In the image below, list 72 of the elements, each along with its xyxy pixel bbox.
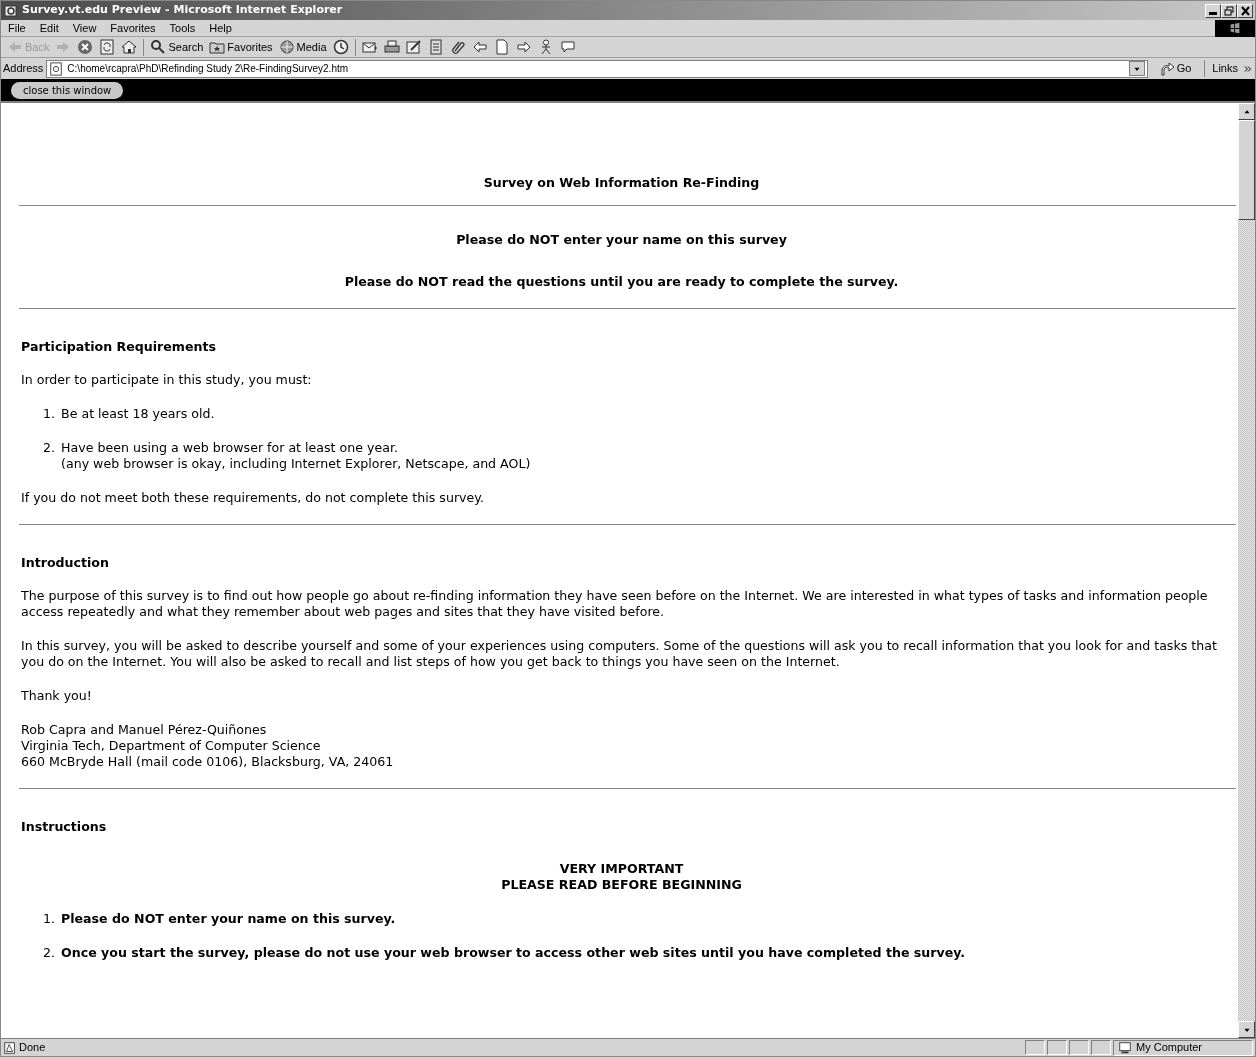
envelope-button[interactable]: [359, 39, 380, 55]
browser-logo-icon: [3, 2, 19, 19]
list-item-text: Be at least 18 years old.: [61, 406, 215, 422]
speech-bubble-icon: [559, 39, 576, 55]
printer-button[interactable]: [381, 39, 402, 55]
home-icon: [121, 39, 138, 55]
toolbar-button[interactable]: Media: [276, 38, 329, 56]
menu-item[interactable]: Tools: [162, 19, 203, 37]
list-number: 1.: [43, 911, 56, 927]
minimize-icon: [1209, 12, 1217, 15]
close-button[interactable]: [1237, 3, 1253, 18]
paragraph: In order to participate in this study, you must:: [21, 372, 313, 388]
stop-icon: [77, 39, 94, 55]
printer-icon: [383, 39, 400, 55]
left-arrow-icon: [471, 39, 488, 55]
page-status-icon: [3, 1040, 17, 1055]
restore-icon: [1222, 3, 1236, 18]
address-label: Address: [3, 61, 44, 77]
toolbar-button[interactable]: Favorites: [207, 38, 275, 56]
paperclip-icon: [449, 39, 466, 55]
refresh-icon: [99, 39, 116, 55]
restore-button[interactable]: [1221, 3, 1237, 18]
back-arrow-icon: [7, 39, 23, 55]
window-title: Survey.vt.edu Preview - Microsoft Internet Explorer: [22, 2, 343, 19]
scroll-up-button[interactable]: [1238, 103, 1255, 120]
section-heading: Participation Requirements: [21, 339, 217, 355]
list-number: 2.: [43, 440, 56, 457]
paragraph: Thank you!: [21, 688, 93, 704]
edit-icon: [405, 39, 422, 55]
list-number: 1.: [43, 406, 56, 422]
notice-text: Please do NOT read the questions until you are ready to complete the survey.: [343, 274, 900, 290]
section-heading: Instructions: [21, 819, 108, 835]
zone-text: My Computer: [1136, 1040, 1203, 1056]
go-button[interactable]: Go: [1150, 60, 1200, 77]
page-title: Survey on Web Information Re-Finding: [482, 175, 761, 191]
scrollbar-track[interactable]: [1238, 103, 1255, 1038]
address-field[interactable]: C:\home\rcapra\PhD\Refinding Study 2\Re-FindingSurvey2.htm: [46, 59, 1148, 78]
paragraph: Rob Capra and Manuel Pérez-Quiñones Virginia Tech, Department of Computer Science 660 McBryde Hall (mail code 0106), Blacksburg, VA, 24061: [21, 722, 395, 770]
go-arrow-icon: [1158, 60, 1175, 77]
page-icon: [493, 39, 510, 55]
notice-text: Please do NOT enter your name on this survey: [455, 232, 788, 248]
status-text: Done: [19, 1040, 47, 1056]
toolbar-button[interactable]: Search: [148, 38, 206, 56]
page-icon: [49, 61, 64, 76]
list-item-text: Once you start the survey, please do not use your web browser to access other web sites until you have completed the survey.: [61, 945, 966, 961]
folder-icon: [209, 39, 226, 55]
scrollbar-thumb[interactable]: [1238, 120, 1255, 220]
right-arrow-icon: [515, 39, 532, 55]
paragraph: The purpose of this survey is to find out how people go about re-finding information they have seen before on the Internet. We are interested in what types of tasks and information people access repeatedly and what they remember about web pages and sites that they have visited before.: [21, 588, 1209, 620]
menu-item[interactable]: Help: [202, 19, 239, 37]
menu-item[interactable]: Favorites: [103, 19, 163, 37]
envelope-icon: [361, 39, 378, 55]
list-item-text: Please do NOT enter your name on this survey.: [61, 911, 396, 927]
list-item-text: Have been using a web browser for at least one year. (any web browser is okay, including Internet Explorer, Netscape, and AOL): [61, 440, 531, 472]
minimize-button[interactable]: [1205, 3, 1221, 18]
links-button[interactable]: Links: [1210, 60, 1240, 77]
list-number: 2.: [43, 945, 56, 961]
section-heading: Introduction: [21, 555, 110, 571]
scroll-down-button[interactable]: [1238, 1021, 1255, 1038]
paragraph: In this survey, you will be asked to describe yourself and some of your experiences using computers. Some of the questions will ask you to recall information that you look for and tasks that you do on the Internet. You will also be asked to recall and list steps of how you get back to things you have seen on the Internet.: [21, 638, 1218, 670]
search-icon: [150, 39, 167, 55]
edit-button[interactable]: [403, 39, 424, 55]
menu-item[interactable]: Edit: [32, 19, 66, 37]
computer-icon: [1118, 1040, 1132, 1055]
notice-text: VERY IMPORTANT PLEASE READ BEFORE BEGINNING: [500, 861, 743, 893]
paragraph: If you do not meet both these requirements, do not complete this survey.: [21, 490, 485, 506]
close-window-button[interactable]: close this window: [11, 81, 124, 99]
menu-item[interactable]: View: [65, 19, 104, 37]
clock-icon: [332, 39, 349, 55]
globe-icon: [278, 39, 295, 55]
notepad-icon: [427, 39, 444, 55]
menu-item[interactable]: File: [1, 19, 33, 37]
